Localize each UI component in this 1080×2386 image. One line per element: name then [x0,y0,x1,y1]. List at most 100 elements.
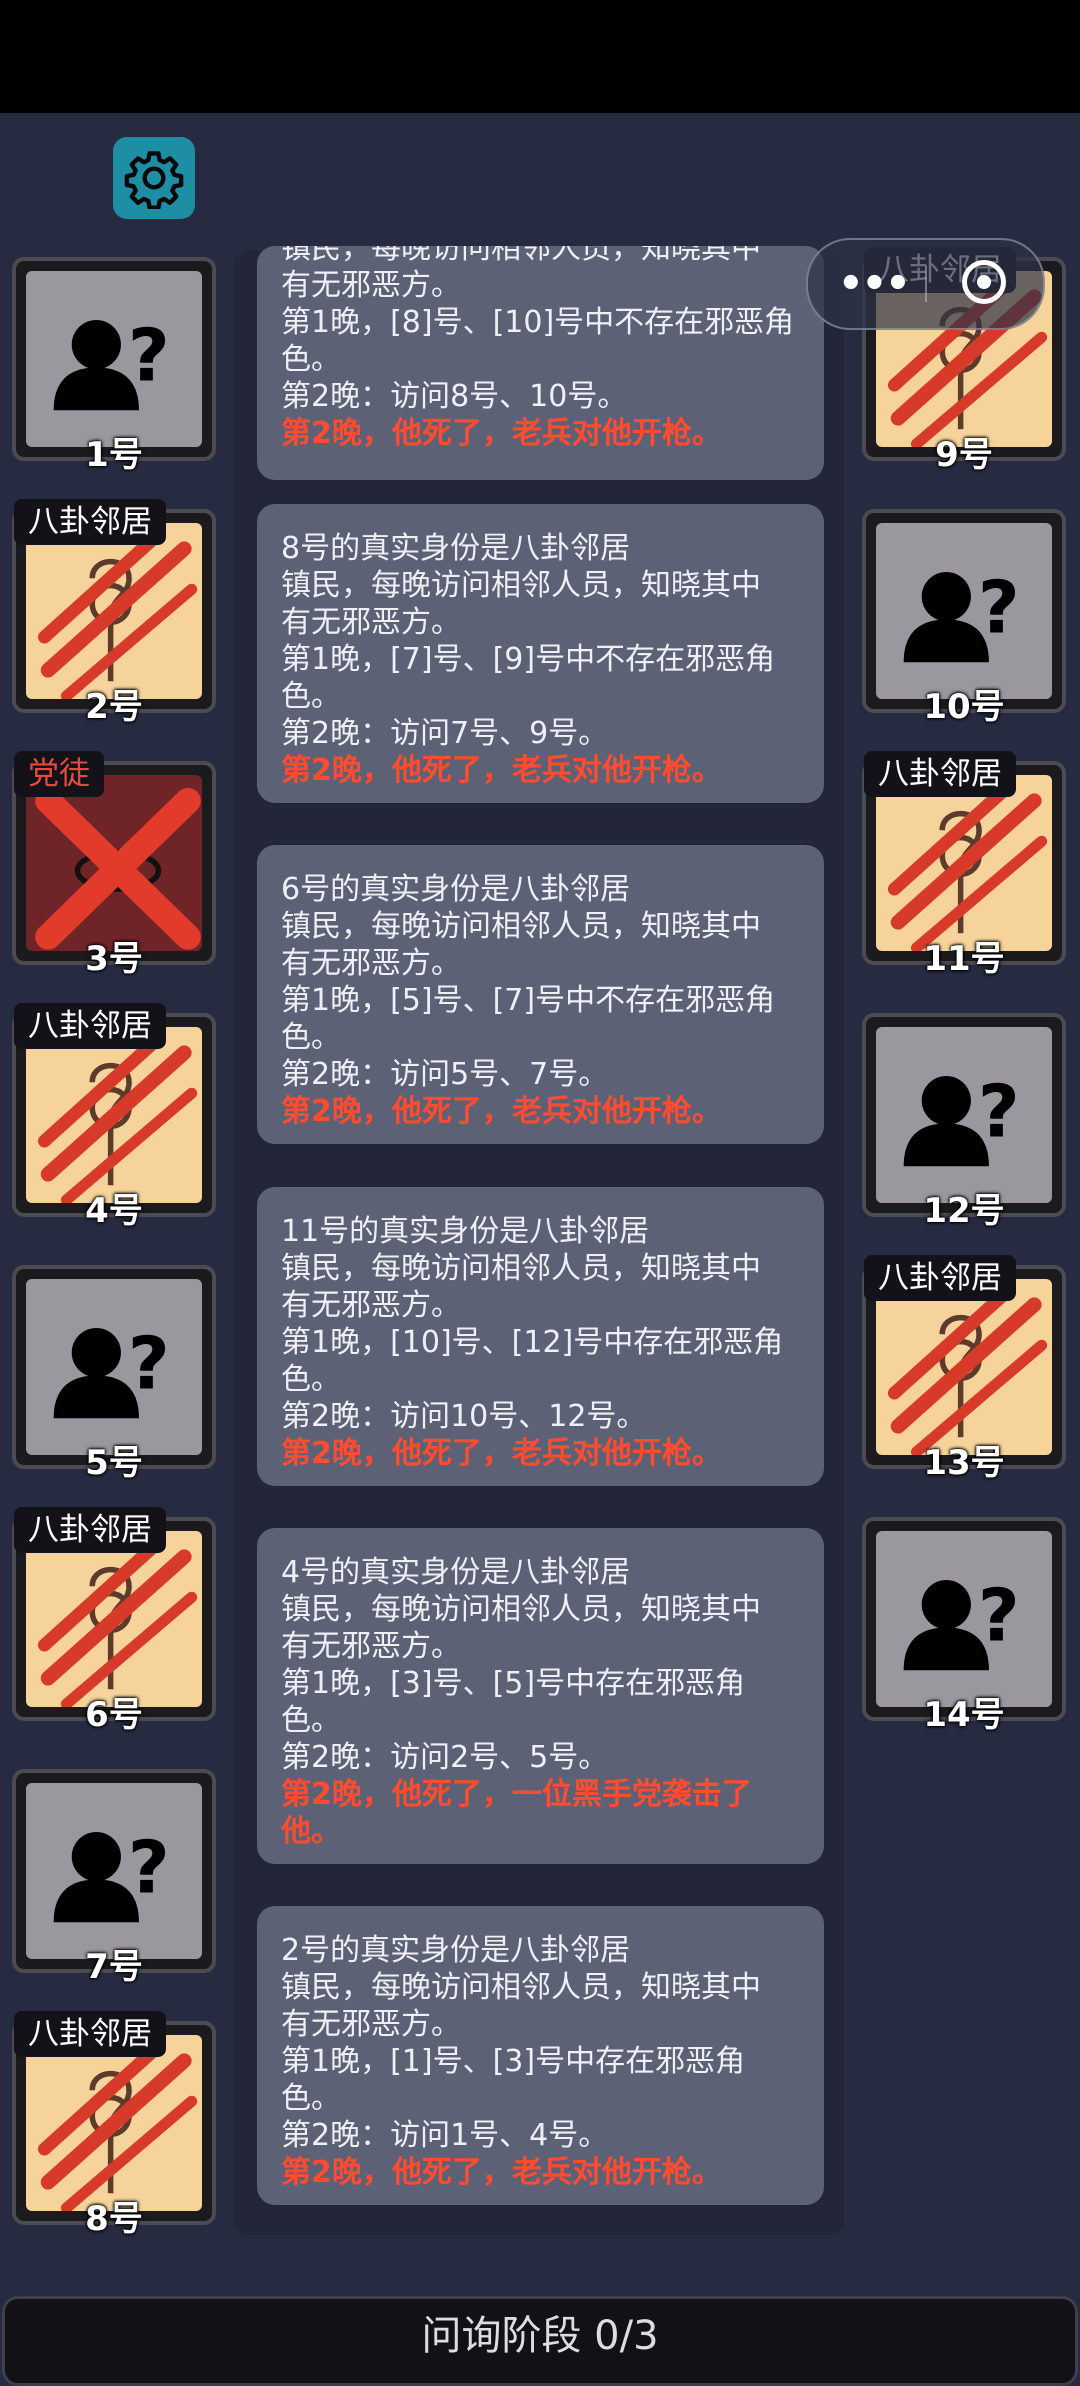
player-number: 9号 [935,435,993,475]
phase-indicator: 问询阶段 0/3 [2,2296,1078,2386]
role-tag: 八卦邻居 [14,2011,166,2057]
player-portrait [26,1027,202,1203]
log-line: 11号的真实身份是八卦邻居 [281,1214,650,1249]
player-portrait [876,775,1052,951]
log-line: 镇民，每晚访问相邻人员，知晓其中 [281,1970,761,2005]
unknown-player-icon: ? [903,1575,1020,1671]
gossip-neighbor-icon [37,1539,198,1707]
role-tag: 八卦邻居 [864,1255,1016,1301]
unknown-player-icon: ? [53,315,170,411]
player-card-3[interactable]: 党徒 3号 [12,751,216,977]
player-number: 6号 [85,1695,143,1735]
player-number: 3号 [85,939,143,979]
player-card-14[interactable]: ? 14号 [862,1517,1066,1733]
gear-icon [124,151,184,209]
player-number: 2号 [85,687,143,727]
log-line: 第2晚：访问2号、5号。 [281,1740,609,1775]
log-line: 色。 [281,2081,341,2116]
log-entry: 镇民，每晚访问相邻人员，知晓其中 有无邪恶方。 第1晚，[8]号、[10]号中不… [257,246,824,480]
player-portrait [26,523,202,699]
player-card-8[interactable]: 八卦邻居 8号 [12,2011,216,2237]
log-entry: 8号的真实身份是八卦邻居 镇民，每晚访问相邻人员，知晓其中 有无邪恶方。 第1晚… [257,504,824,803]
log-result: 第2晚，他死了，一位黑手党袭击了他。 [281,1777,752,1849]
settings-button[interactable] [113,137,195,219]
log-line: 色。 [281,1362,341,1397]
unknown-player-icon: ? [903,1071,1020,1167]
svg-text:?: ? [978,1071,1020,1155]
role-tag: 党徒 [14,751,104,797]
player-card-2[interactable]: 八卦邻居 2号 [12,499,216,725]
unknown-player-icon: ? [53,1827,170,1923]
log-line: 有无邪恶方。 [281,946,461,981]
log-line: 镇民，每晚访问相邻人员，知晓其中 [281,246,761,266]
gossip-neighbor-icon [37,2043,198,2211]
log-result: 第2晚，他死了，老兵对他开枪。 [281,416,722,451]
player-number: 1号 [85,435,143,475]
player-number: 4号 [85,1191,143,1231]
log-line: 第2晚：访问8号、10号。 [281,379,628,414]
player-number: 13号 [923,1443,1005,1483]
player-card-6[interactable]: 八卦邻居 6号 [12,1507,216,1733]
role-tag: 八卦邻居 [14,1507,166,1553]
player-portrait [876,1279,1052,1455]
capsule-divider [925,266,927,302]
close-target-icon[interactable] [962,260,1006,304]
log-line: 第1晚，[5]号、[7]号中不存在邪恶角 [281,983,776,1018]
log-line: 第2晚：访问10号、12号。 [281,1399,647,1434]
log-line: 第2晚：访问7号、9号。 [281,716,609,751]
player-portrait: ? [876,523,1052,699]
player-portrait: ? [26,1783,202,1959]
log-entry: 11号的真实身份是八卦邻居 镇民，每晚访问相邻人员，知晓其中 有无邪恶方。 第1… [257,1187,824,1486]
svg-text:?: ? [128,1827,170,1911]
player-card-4[interactable]: 八卦邻居 4号 [12,1003,216,1229]
player-card-10[interactable]: ? 10号 [862,509,1066,725]
player-card-1[interactable]: ? 1号 [12,257,216,473]
gossip-neighbor-icon [37,531,198,699]
player-card-5[interactable]: ? 5号 [12,1265,216,1481]
log-entry: 2号的真实身份是八卦邻居 镇民，每晚访问相邻人员，知晓其中 有无邪恶方。 第1晚… [257,1906,824,2205]
svg-text:?: ? [128,1323,170,1407]
player-number: 7号 [85,1947,143,1987]
player-portrait: ? [876,1531,1052,1707]
player-card-12[interactable]: ? 12号 [862,1013,1066,1229]
player-number: 10号 [923,687,1005,727]
player-card-13[interactable]: 八卦邻居 13号 [862,1255,1066,1481]
player-number: 12号 [923,1191,1005,1231]
role-tag: 八卦邻居 [14,499,166,545]
mini-program-capsule[interactable]: ••• [806,238,1045,330]
top-bar [0,0,1080,113]
gossip-neighbor-icon [37,1035,198,1203]
log-line: 第1晚，[8]号、[10]号中不存在邪恶角 [281,305,795,340]
unknown-player-icon: ? [53,1323,170,1419]
gossip-neighbor-icon [887,1287,1048,1455]
unknown-player-icon: ? [903,567,1020,663]
log-line: 有无邪恶方。 [281,2007,461,2042]
svg-text:?: ? [128,315,170,399]
log-line: 第1晚，[3]号、[5]号中存在邪恶角 [281,1666,746,1701]
log-line: 第1晚，[10]号、[12]号中存在邪恶角 [281,1325,784,1360]
role-tag: 八卦邻居 [14,1003,166,1049]
log-line: 2号的真实身份是八卦邻居 [281,1933,631,1968]
log-result: 第2晚，他死了，老兵对他开枪。 [281,1094,722,1129]
log-line: 6号的真实身份是八卦邻居 [281,872,631,907]
log-result: 第2晚，他死了，老兵对他开枪。 [281,753,722,788]
player-portrait: ? [26,271,202,447]
svg-text:?: ? [978,567,1020,651]
player-card-11[interactable]: 八卦邻居 11号 [862,751,1066,977]
log-line: 有无邪恶方。 [281,1629,461,1664]
player-portrait [26,2035,202,2211]
more-icon[interactable]: ••• [838,264,911,304]
player-portrait: ? [26,1279,202,1455]
log-line: 第1晚，[7]号、[9]号中不存在邪恶角 [281,642,776,677]
dead-cross-icon [35,787,201,950]
log-line: 第2晚：访问1号、4号。 [281,2118,609,2153]
log-line: 有无邪恶方。 [281,1288,461,1323]
log-line: 有无邪恶方。 [281,605,461,640]
log-line: 4号的真实身份是八卦邻居 [281,1555,631,1590]
player-number: 5号 [85,1443,143,1483]
log-line: 镇民，每晚访问相邻人员，知晓其中 [281,568,761,603]
player-number: 8号 [85,2199,143,2239]
log-result: 第2晚，他死了，老兵对他开枪。 [281,1436,722,1471]
player-card-7[interactable]: ? 7号 [12,1769,216,1985]
player-portrait: ? [876,1027,1052,1203]
